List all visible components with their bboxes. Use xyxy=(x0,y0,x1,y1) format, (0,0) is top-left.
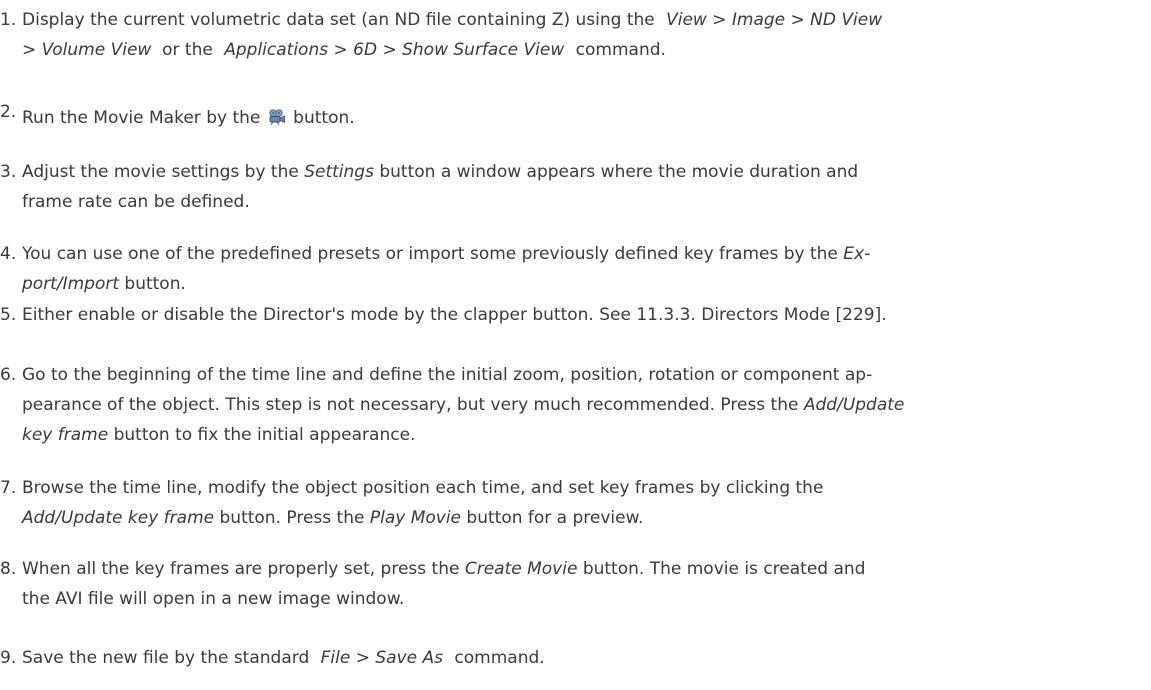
step-text: frame rate can be defined. xyxy=(22,192,250,212)
step-4-line-1: 4. You can use one of the predefined pres… xyxy=(0,239,1145,269)
step-7: 7. Browse the time line, modify the objec… xyxy=(0,473,1145,533)
step-text: Go to the beginning of the time line and… xyxy=(22,365,873,385)
step-text: the AVI file will open in a new image wi… xyxy=(22,589,405,609)
menu-path: Applications > 6D > Show Surface View xyxy=(224,40,565,60)
step-number: 3. xyxy=(0,162,17,182)
step-text: button for a preview. xyxy=(466,508,644,528)
step-3-line-2: frame rate can be defined. xyxy=(0,187,1145,217)
step-number: 9. xyxy=(0,648,17,668)
ui-term: port/Import xyxy=(22,274,119,294)
step-text: command. xyxy=(575,40,666,60)
step-text: You can use one of the predefined preset… xyxy=(22,244,838,264)
step-text: Save the new file by the standard xyxy=(22,648,310,668)
step-text: pearance of the object. This step is not… xyxy=(22,395,799,415)
step-5: 5. Either enable or disable the Director'… xyxy=(0,300,1145,330)
step-4-line-2: port/Import button. xyxy=(0,269,1145,299)
step-number: 7. xyxy=(0,478,17,498)
ui-term: key frame xyxy=(22,425,109,445)
step-7-line-1: 7. Browse the time line, modify the objec… xyxy=(0,473,1145,503)
step-5-line-1: 5. Either enable or disable the Director'… xyxy=(0,300,1145,330)
step-text: command. xyxy=(454,648,545,668)
step-1-line-2: > Volume View or the Applications > 6D >… xyxy=(0,35,1145,65)
step-8: 8. When all the key frames are properly s… xyxy=(0,554,1145,614)
step-1: 1. Display the current volumetric data se… xyxy=(0,5,1145,65)
ui-term: Ex- xyxy=(843,244,871,264)
step-text: button to fix the initial appearance. xyxy=(113,425,416,445)
step-8-line-2: the AVI file will open in a new image wi… xyxy=(0,584,1145,614)
menu-path: View > Image > ND View xyxy=(666,10,883,30)
ui-term: Play Movie xyxy=(369,508,462,528)
step-number: 4. xyxy=(0,244,17,264)
step-6-line-1: 6. Go to the beginning of the time line a… xyxy=(0,360,1145,390)
ui-term: Create Movie xyxy=(464,559,578,579)
movie-camera-icon xyxy=(269,109,285,125)
step-6: 6. Go to the beginning of the time line a… xyxy=(0,360,1145,450)
step-number: 5. xyxy=(0,305,17,325)
step-2-line-1: 2. Run the Movie Maker by the button. xyxy=(0,97,1145,133)
step-6-line-3: key frame button to fix the initial appe… xyxy=(0,420,1145,450)
step-text: When all the key frames are properly set… xyxy=(22,559,460,579)
step-number: 6. xyxy=(0,365,17,385)
procedure-steps: 1. Display the current volumetric data se… xyxy=(0,0,1151,690)
menu-path: File > Save As xyxy=(320,648,443,668)
step-2: 2. Run the Movie Maker by the button. xyxy=(0,97,1145,133)
step-text: button. xyxy=(293,108,355,128)
step-text: button. xyxy=(124,274,186,294)
step-text: Display the current volumetric data set … xyxy=(22,10,655,30)
step-7-line-2: Add/Update key frame button. Press the P… xyxy=(0,503,1145,533)
step-3: 3. Adjust the movie settings by the Setti… xyxy=(0,157,1145,217)
step-text: Browse the time line, modify the object … xyxy=(22,478,824,498)
step-number: 1. xyxy=(0,10,17,30)
step-4: 4. You can use one of the predefined pres… xyxy=(0,239,1145,299)
step-text: Run the Movie Maker by the xyxy=(22,108,261,128)
step-text: button a window appears where the movie … xyxy=(379,162,859,182)
step-1-line-1: 1. Display the current volumetric data se… xyxy=(0,5,1145,35)
ui-term: Add/Update xyxy=(803,395,905,415)
step-text: or the xyxy=(162,40,213,60)
step-8-line-1: 8. When all the key frames are properly s… xyxy=(0,554,1145,584)
step-text: Adjust the movie settings by the xyxy=(22,162,299,182)
step-text: Either enable or disable the Director's … xyxy=(22,305,887,325)
menu-path: > Volume View xyxy=(22,40,152,60)
step-number: 8. xyxy=(0,559,17,579)
step-3-line-1: 3. Adjust the movie settings by the Setti… xyxy=(0,157,1145,187)
step-6-line-2: pearance of the object. This step is not… xyxy=(0,390,1145,420)
step-text: button. Press the xyxy=(219,508,365,528)
ui-term: Settings xyxy=(304,162,374,182)
step-text: button. The movie is created and xyxy=(582,559,866,579)
step-number: 2. xyxy=(0,102,17,122)
ui-term: Add/Update key frame xyxy=(22,508,215,528)
step-9: 9. Save the new file by the standard File… xyxy=(0,643,1145,673)
step-9-line-1: 9. Save the new file by the standard File… xyxy=(0,643,1145,673)
